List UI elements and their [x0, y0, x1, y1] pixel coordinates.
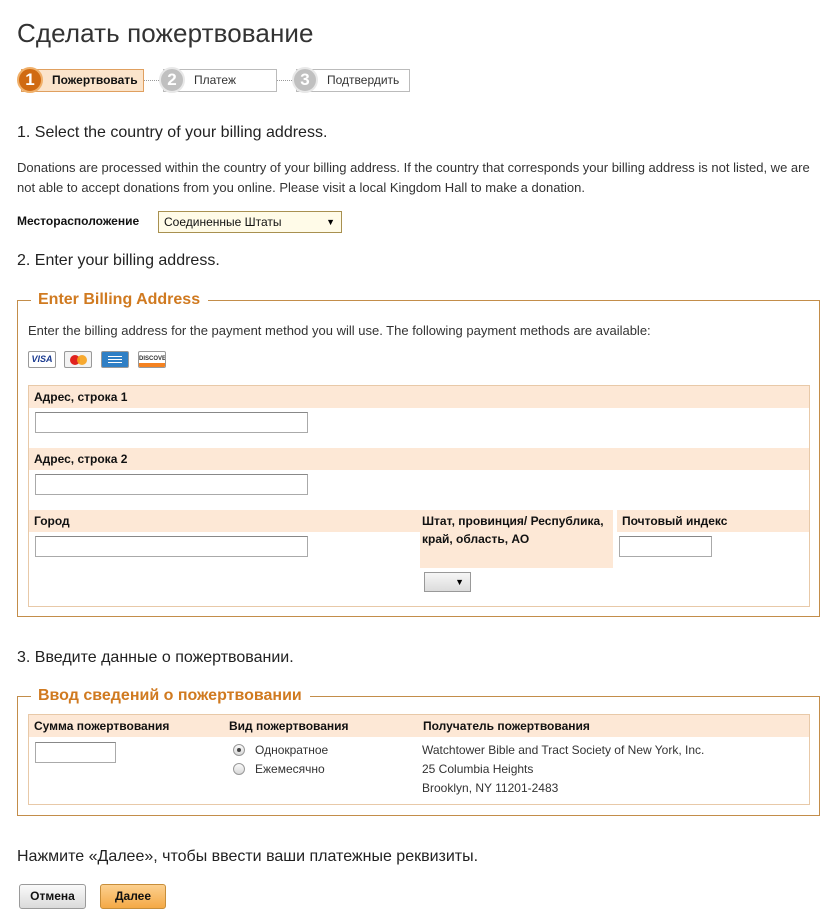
radio-label: Ежемесячно — [255, 762, 325, 776]
address1-input[interactable] — [35, 412, 308, 433]
donation-details-form: Сумма пожертвования Вид пожертвования По… — [28, 714, 810, 805]
step-confirm: Подтвердить 3 — [292, 67, 410, 93]
mastercard-card-icon — [64, 351, 92, 368]
step-payment: Платеж 2 — [159, 67, 277, 93]
progress-steps: Пожертвовать 1 Платеж 2 Подтвердить 3 — [17, 67, 417, 93]
address2-input[interactable] — [35, 474, 308, 495]
section-1-heading: 1. Select the country of your billing ad… — [17, 124, 328, 141]
billing-address-form: Адрес, строка 1 Адрес, строка 2 Город Шт… — [28, 385, 810, 607]
next-button[interactable]: Далее — [100, 884, 166, 909]
visa-card-icon: VISA — [28, 351, 56, 368]
state-label: Штат, провинция/ Республика, край, облас… — [420, 510, 613, 568]
step-number: 2 — [159, 67, 185, 93]
step-donate: Пожертвовать 1 — [17, 67, 144, 93]
amex-card-icon — [101, 351, 129, 368]
location-label: Месторасположение — [17, 214, 140, 228]
address2-label: Адрес, строка 2 — [29, 448, 809, 470]
step-number: 1 — [17, 67, 43, 93]
recipient-line: Brooklyn, NY 11201-2483 — [422, 781, 559, 795]
recipient-line: Watchtower Bible and Tract Society of Ne… — [422, 743, 705, 757]
donation-details-legend: Ввод сведений о пожертвовании — [31, 686, 310, 706]
cancel-button[interactable]: Отмена — [19, 884, 86, 909]
donation-header-row: Сумма пожертвования Вид пожертвования По… — [29, 715, 809, 737]
dropdown-arrow-icon: ▼ — [326, 217, 335, 227]
donation-details-fieldset: Ввод сведений о пожертвовании Сумма поже… — [17, 686, 820, 816]
section-2-heading: 2. Enter your billing address. — [17, 252, 220, 269]
next-prompt-text: Нажмите «Далее», чтобы ввести ваши плате… — [17, 848, 479, 865]
dropdown-arrow-icon: ▼ — [455, 577, 464, 587]
section-3-heading: 3. Введите данные о пожертвовании. — [17, 649, 294, 666]
city-input[interactable] — [35, 536, 308, 557]
billing-address-fieldset: Enter Billing Address Enter the billing … — [17, 290, 820, 617]
radio-button-checked[interactable] — [233, 744, 245, 756]
location-select[interactable]: Соединенные Штаты ▼ — [158, 211, 342, 233]
page-title: Сделать пожертвование — [17, 18, 314, 48]
amount-input[interactable] — [35, 742, 116, 763]
donation-type-label: Вид пожертвования — [229, 719, 349, 733]
radio-label: Однократное — [255, 743, 329, 757]
country-info-text: Donations are processed within the count… — [17, 160, 810, 195]
radio-button[interactable] — [233, 763, 245, 775]
recipient-address: Watchtower Bible and Tract Society of Ne… — [422, 741, 704, 798]
step-number: 3 — [292, 67, 318, 93]
state-select[interactable]: ▼ — [424, 572, 471, 592]
discover-card-icon: DISCOVER — [138, 351, 166, 368]
location-selected-value: Соединенные Штаты — [164, 215, 282, 229]
zip-label: Почтовый индекс — [617, 510, 809, 532]
billing-intro-text: Enter the billing address for the paymen… — [28, 323, 651, 338]
billing-address-legend: Enter Billing Address — [31, 290, 209, 310]
address1-label: Адрес, строка 1 — [29, 386, 809, 408]
amount-label: Сумма пожертвования — [34, 719, 170, 733]
zip-input[interactable] — [619, 536, 712, 557]
city-label: Город — [29, 510, 420, 532]
recipient-label: Получатель пожертвования — [423, 719, 590, 733]
recipient-line: 25 Columbia Heights — [422, 762, 534, 776]
